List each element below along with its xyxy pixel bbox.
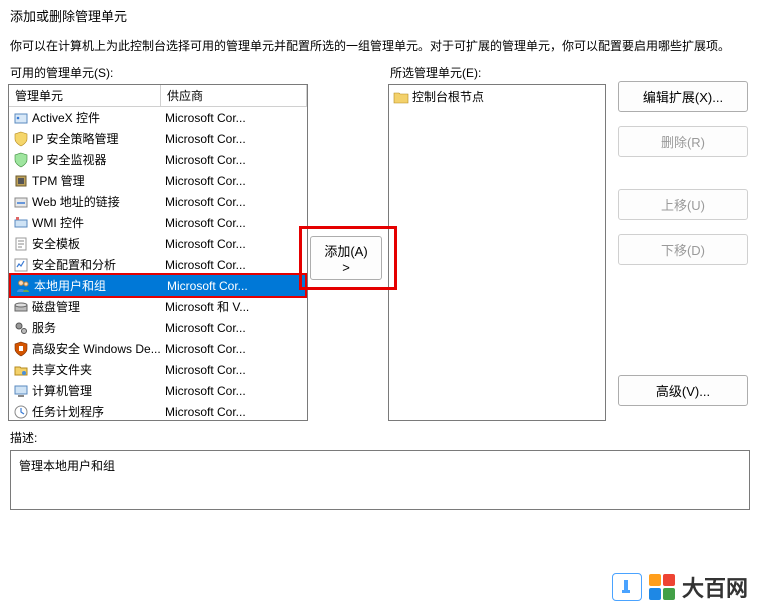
snapin-row[interactable]: Web 地址的链接Microsoft Cor... bbox=[9, 191, 307, 212]
folder-icon bbox=[393, 90, 409, 104]
snapin-name: IP 安全策略管理 bbox=[32, 130, 163, 147]
watermark-text: 大百网 bbox=[682, 571, 748, 603]
snapin-vendor: Microsoft Cor... bbox=[163, 258, 307, 272]
disk-icon bbox=[13, 299, 29, 315]
available-snapins-list[interactable]: 管理单元 供应商 ActiveX 控件Microsoft Cor...IP 安全… bbox=[8, 84, 308, 421]
computer-icon bbox=[13, 383, 29, 399]
snapin-name: 磁盘管理 bbox=[32, 298, 163, 315]
snapin-name: 共享文件夹 bbox=[32, 361, 163, 378]
add-button-highlight: 添加(A) > bbox=[299, 226, 397, 290]
template-icon bbox=[13, 236, 29, 252]
snapin-name: 安全模板 bbox=[32, 235, 163, 252]
snapin-name: 本地用户和组 bbox=[34, 277, 165, 294]
snapin-row[interactable]: 计算机管理Microsoft Cor... bbox=[9, 380, 307, 401]
snapin-vendor: Microsoft Cor... bbox=[163, 132, 307, 146]
snapin-row[interactable]: 任务计划程序Microsoft Cor... bbox=[9, 401, 307, 421]
snapin-name: 计算机管理 bbox=[32, 382, 163, 399]
snapin-vendor: Microsoft Cor... bbox=[163, 405, 307, 419]
edit-extensions-button[interactable]: 编辑扩展(X)... bbox=[618, 81, 748, 112]
snapin-name: TPM 管理 bbox=[32, 172, 163, 189]
snapin-vendor: Microsoft Cor... bbox=[163, 174, 307, 188]
snapin-vendor: Microsoft Cor... bbox=[163, 111, 307, 125]
wmi-icon bbox=[13, 215, 29, 231]
snapin-vendor: Microsoft Cor... bbox=[163, 363, 307, 377]
share-icon bbox=[13, 362, 29, 378]
remove-button[interactable]: 删除(R) bbox=[618, 126, 748, 157]
snapin-vendor: Microsoft Cor... bbox=[163, 321, 307, 335]
advanced-button[interactable]: 高级(V)... bbox=[618, 375, 748, 406]
available-snapins-label: 可用的管理单元(S): bbox=[8, 64, 308, 81]
snapin-vendor: Microsoft Cor... bbox=[163, 342, 307, 356]
snapin-row[interactable]: ActiveX 控件Microsoft Cor... bbox=[9, 107, 307, 128]
col-vendor[interactable]: 供应商 bbox=[161, 85, 307, 106]
snapin-row[interactable]: 本地用户和组Microsoft Cor... bbox=[11, 275, 305, 296]
snapin-name: 任务计划程序 bbox=[32, 403, 163, 420]
snapin-row[interactable]: IP 安全策略管理Microsoft Cor... bbox=[9, 128, 307, 149]
watermark: 大百网 bbox=[612, 571, 748, 603]
root-node-label: 控制台根节点 bbox=[412, 88, 484, 105]
window-title: 添加或删除管理单元 bbox=[0, 0, 760, 29]
logo-icon bbox=[648, 573, 676, 601]
firewall-icon bbox=[13, 341, 29, 357]
snapin-name: Web 地址的链接 bbox=[32, 193, 163, 210]
selected-snapins-label: 所选管理单元(E): bbox=[388, 64, 606, 81]
snapin-name: 服务 bbox=[32, 319, 163, 336]
description-label: 描述: bbox=[10, 429, 750, 446]
task-icon bbox=[13, 404, 29, 420]
description-text: 管理本地用户和组 bbox=[19, 459, 115, 473]
gears-icon bbox=[13, 320, 29, 336]
snapin-vendor: Microsoft Cor... bbox=[163, 384, 307, 398]
snapin-name: 高级安全 Windows De... bbox=[32, 340, 163, 357]
snapin-name: WMI 控件 bbox=[32, 214, 163, 231]
snapin-row[interactable]: 磁盘管理Microsoft 和 V... bbox=[9, 296, 307, 317]
console-root-node[interactable]: 控制台根节点 bbox=[389, 85, 605, 107]
snapin-row[interactable]: 共享文件夹Microsoft Cor... bbox=[9, 359, 307, 380]
snapin-vendor: Microsoft Cor... bbox=[163, 216, 307, 230]
move-down-button[interactable]: 下移(D) bbox=[618, 234, 748, 265]
snapin-row[interactable]: 服务Microsoft Cor... bbox=[9, 317, 307, 338]
link-icon bbox=[13, 194, 29, 210]
add-button[interactable]: 添加(A) > bbox=[310, 236, 382, 280]
snapin-name: 安全配置和分析 bbox=[32, 256, 163, 273]
snapin-row[interactable]: 安全模板Microsoft Cor... bbox=[9, 233, 307, 254]
activex-icon bbox=[13, 110, 29, 126]
snapin-vendor: Microsoft Cor... bbox=[163, 195, 307, 209]
snapin-name: ActiveX 控件 bbox=[32, 109, 163, 126]
snapin-name: IP 安全监视器 bbox=[32, 151, 163, 168]
description-box: 管理本地用户和组 bbox=[10, 450, 750, 510]
list-header: 管理单元 供应商 bbox=[9, 85, 307, 107]
shield-green-icon bbox=[13, 152, 29, 168]
shield-blue-icon bbox=[13, 131, 29, 147]
move-up-button[interactable]: 上移(U) bbox=[618, 189, 748, 220]
col-name[interactable]: 管理单元 bbox=[9, 85, 161, 106]
snapin-vendor: Microsoft Cor... bbox=[163, 153, 307, 167]
snapin-row[interactable]: 安全配置和分析Microsoft Cor... bbox=[9, 254, 307, 275]
snapin-vendor: Microsoft Cor... bbox=[165, 279, 305, 293]
users-icon bbox=[15, 278, 31, 294]
snapin-row[interactable]: TPM 管理Microsoft Cor... bbox=[9, 170, 307, 191]
analyze-icon bbox=[13, 257, 29, 273]
selected-row-highlight: 本地用户和组Microsoft Cor... bbox=[9, 273, 307, 298]
snapin-row[interactable]: 高级安全 Windows De...Microsoft Cor... bbox=[9, 338, 307, 359]
snapin-vendor: Microsoft Cor... bbox=[163, 237, 307, 251]
snapin-vendor: Microsoft 和 V... bbox=[163, 298, 307, 315]
intro-text: 你可以在计算机上为此控制台选择可用的管理单元并配置所选的一组管理单元。对于可扩展… bbox=[0, 29, 760, 58]
selected-snapins-tree[interactable]: 控制台根节点 bbox=[388, 84, 606, 421]
snapin-row[interactable]: WMI 控件Microsoft Cor... bbox=[9, 212, 307, 233]
snapin-row[interactable]: IP 安全监视器Microsoft Cor... bbox=[9, 149, 307, 170]
chip-icon bbox=[13, 173, 29, 189]
